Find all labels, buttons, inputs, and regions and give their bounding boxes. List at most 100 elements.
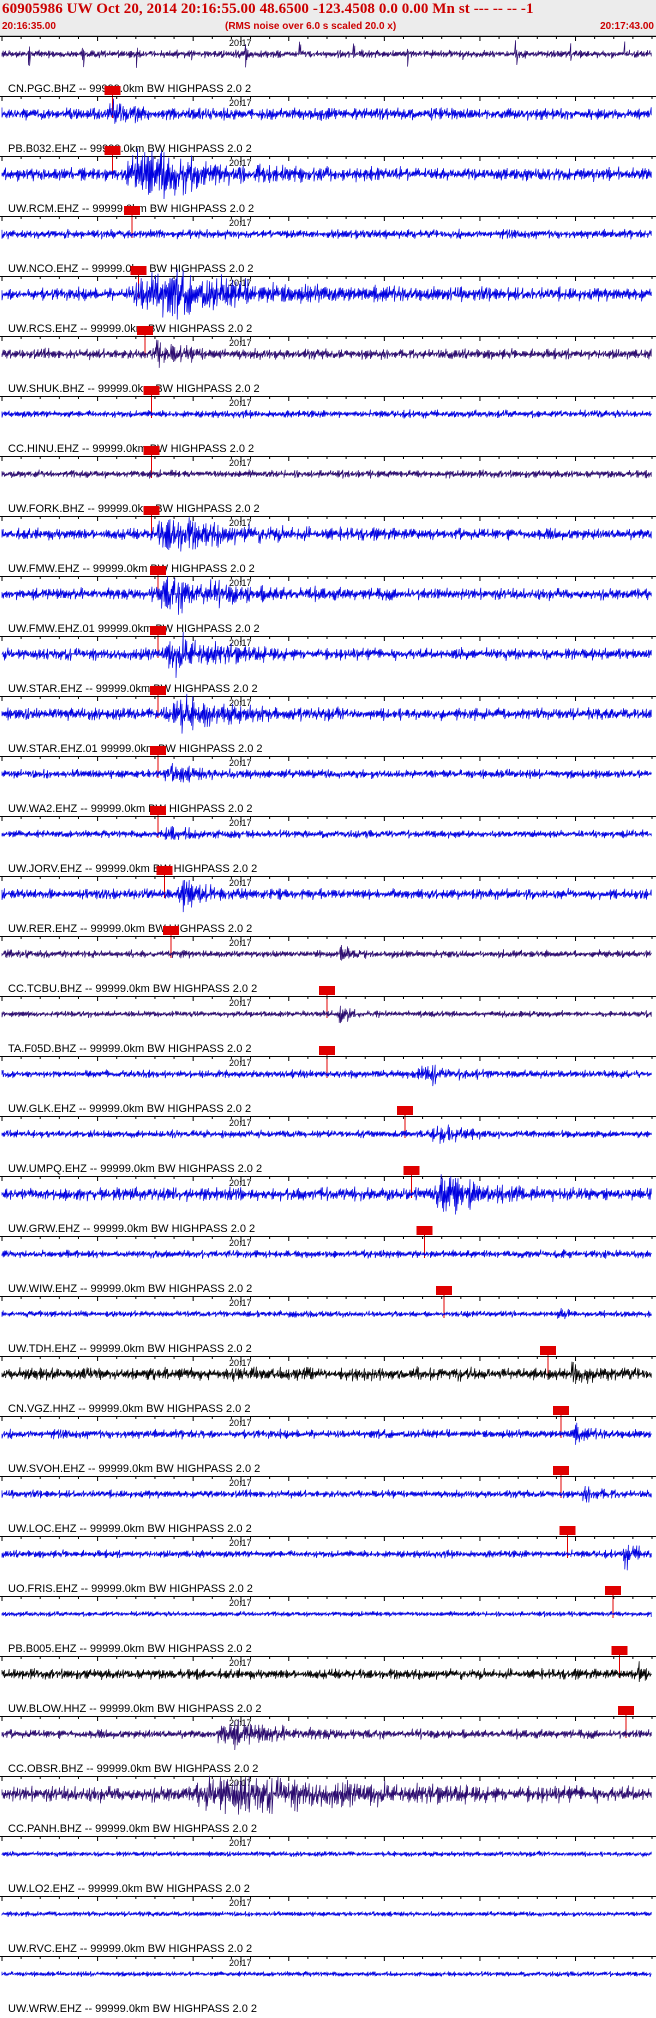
pick-box — [150, 806, 166, 815]
minute-label: 20:17 — [229, 1358, 252, 1368]
waveform — [1, 1307, 652, 1320]
minute-label: 20:17 — [229, 458, 252, 468]
minute-label: 20:17 — [229, 1958, 252, 1968]
station-label: UW.STAR.EHZ.01 99999.0km BW HIGHPASS 2.0… — [8, 743, 263, 755]
station-label: CC.PANH.BHZ -- 99999.0km BW HIGHPASS 2.0… — [8, 1823, 257, 1835]
pick-box — [163, 926, 179, 935]
station-label: UW.FMW.EHZ.01 99999.0km BW HIGHPASS 2.0 … — [8, 623, 260, 635]
station-label: UW.RER.EHZ -- 99999.0km BW HIGHPASS 2.0 … — [8, 923, 252, 935]
event-title: 60905986 UW Oct 20, 2014 20:16:55.00 48.… — [2, 1, 534, 17]
waveform — [1, 469, 652, 479]
station-label: UW.SHUK.BHZ -- 99999.0km BW HIGHPASS 2.0… — [8, 383, 260, 395]
pick-box — [143, 506, 160, 515]
station-label: CN.PGC.BHZ -- 99999.0km BW HIGHPASS 2.0 … — [8, 83, 251, 95]
trace-row: 20:17 UW.BLOW.HHZ -- 99999.0km BW HIGHPAS… — [0, 1656, 656, 1738]
minute-label: 20:17 — [229, 1418, 252, 1428]
pick-box — [559, 1526, 576, 1535]
trace-row: 20:17 UW.FMW.EHZ.01 99999.0km BW HIGHPASS… — [0, 576, 656, 658]
pick-box — [104, 146, 121, 155]
trace-row: 20:17 CN.VGZ.HHZ -- 99999.0km BW HIGHPASS… — [0, 1356, 656, 1438]
trace-row: 20:17 UW.LO2.EHZ -- 99999.0km BW HIGHPASS… — [0, 1836, 656, 1895]
waveform — [1, 148, 652, 200]
trace-row: 20:17UW.NCO.EHZ -- 99999.0km BW HIGHPASS… — [0, 216, 656, 298]
minute-label: 20:17 — [229, 1238, 252, 1248]
start-time: 20:16:35.00 — [2, 21, 56, 32]
pick-box — [137, 326, 153, 335]
waveform — [1, 339, 652, 368]
pick-box — [156, 866, 173, 875]
waveform — [1, 762, 652, 783]
waveform — [1, 1850, 652, 1858]
minute-label: 20:17 — [229, 518, 252, 528]
minute-label: 20:17 — [229, 38, 252, 48]
waveform — [1, 40, 652, 68]
trace-row: 20:17 UW.RVC.EHZ -- 99999.0km BW HIGHPASS… — [0, 1896, 656, 1955]
station-label: UW.BLOW.HHZ -- 99999.0km BW HIGHPASS 2.0… — [8, 1703, 261, 1715]
trace-row: 20:17 CC.TCBU.BHZ -- 99999.0km BW HIGHPAS… — [0, 936, 656, 1018]
minute-label: 20:17 — [229, 638, 252, 648]
minute-label: 20:17 — [229, 578, 252, 588]
pick-box — [150, 566, 166, 575]
waveform — [1, 879, 652, 913]
waveform — [1, 1719, 652, 1751]
minute-label: 20:17 — [229, 758, 252, 768]
trace-row: 20:17 UW.WIW.EHZ -- 99999.0km BW HIGHPASS… — [0, 1236, 656, 1318]
trace-row: 20:17 UO.FRIS.EHZ -- 99999.0km BW HIGHPAS… — [0, 1536, 656, 1618]
waveform — [1, 1485, 652, 1503]
minute-label: 20:17 — [229, 1478, 252, 1488]
minute-label: 20:17 — [229, 1658, 252, 1668]
trace-row: 20:17CC.PANH.BHZ -- 99999.0km BW HIGHPAS… — [0, 1775, 656, 1835]
trace-row: 20:17 TA.F05D.BHZ -- 99999.0km BW HIGHPAS… — [0, 996, 656, 1078]
station-label: TA.F05D.BHZ -- 99999.0km BW HIGHPASS 2.0… — [8, 1043, 252, 1055]
station-label: UW.UMPQ.EHZ -- 99999.0km BW HIGHPASS 2.0… — [8, 1163, 262, 1175]
station-label: UW.FORK.BHZ -- 99999.0km BW HIGHPASS 2.0… — [8, 503, 260, 515]
station-label: UW.WA2.EHZ -- 99999.0km BW HIGHPASS 2.0 … — [8, 803, 253, 815]
station-label: CC.OBSR.BHZ -- 99999.0km BW HIGHPASS 2.0… — [8, 1763, 258, 1775]
station-label: CC.TCBU.BHZ -- 99999.0km BW HIGHPASS 2.0… — [8, 983, 257, 995]
pick-box — [319, 986, 335, 995]
trace-row: 20:17 UW.SHUK.BHZ -- 99999.0km BW HIGHPAS… — [0, 336, 656, 418]
minute-label: 20:17 — [229, 1538, 252, 1548]
station-label: UW.STAR.EHZ -- 99999.0km BW HIGHPASS 2.0… — [8, 683, 258, 695]
minute-label: 20:17 — [229, 1298, 252, 1308]
waveform — [1, 1910, 652, 1918]
waveform — [1, 517, 652, 552]
minute-label: 20:17 — [229, 818, 252, 828]
waveform — [1, 1544, 652, 1571]
minute-label: 20:17 — [229, 1838, 252, 1848]
pick-box — [553, 1406, 569, 1415]
station-label: UW.RVC.EHZ -- 99999.0km BW HIGHPASS 2.0 … — [8, 1943, 252, 1955]
waveform — [1, 1422, 652, 1445]
seismogram-traces: 20:17 CN.PGC.BHZ -- 99999.0km BW HIGHPASS… — [0, 36, 656, 2015]
pick-box — [403, 1166, 420, 1175]
pick-box — [416, 1226, 433, 1235]
seismogram-panel: 20:17 CN.PGC.BHZ -- 99999.0km BW HIGHPASS… — [0, 36, 656, 2018]
waveform — [1, 409, 652, 419]
minute-label: 20:17 — [229, 1058, 252, 1068]
trace-row: 20:17UW.RCM.EHZ -- 99999.0km BW HIGHPASS… — [0, 148, 656, 238]
trace-row: 20:17 CN.PGC.BHZ -- 99999.0km BW HIGHPASS… — [0, 36, 656, 118]
station-label: CN.VGZ.HHZ -- 99999.0km BW HIGHPASS 2.0 … — [8, 1403, 250, 1415]
waveform — [1, 1970, 652, 1978]
minute-label: 20:17 — [229, 878, 252, 888]
noise-note: (RMS noise over 6.0 s scaled 20.0 x) — [225, 21, 397, 32]
minute-label: 20:17 — [229, 98, 252, 108]
trace-row: 20:17 UW.RCS.EHZ -- 99999.0km BW HIGHPASS… — [0, 268, 656, 358]
trace-row: 20:17 UW.SVOH.EHZ -- 99999.0km BW HIGHPAS… — [0, 1416, 656, 1498]
waveform — [1, 693, 652, 734]
pick-box — [150, 626, 166, 635]
waveform — [1, 1610, 652, 1618]
pick-box — [540, 1346, 556, 1355]
end-time: 20:17:43.00 — [600, 21, 654, 32]
trace-row: 20:17 UW.FMW.EHZ -- 99999.0km BW HIGHPASS… — [0, 516, 656, 598]
station-label: CC.HINU.EHZ -- 99999.0km BW HIGHPASS 2.0… — [8, 443, 254, 455]
trace-row: 20:17 UW.TDH.EHZ -- 99999.0km BW HIGHPASS… — [0, 1296, 656, 1378]
pick-box — [130, 266, 147, 275]
trace-row: 20:17 UW.UMPQ.EHZ -- 99999.0km BW HIGHPAS… — [0, 1116, 656, 1198]
trace-row: 20:17 PB.B005.EHZ -- 99999.0km BW HIGHPAS… — [0, 1596, 656, 1678]
trace-row: 20:17 UW.LOC.EHZ -- 99999.0km BW HIGHPASS… — [0, 1476, 656, 1558]
pick-box — [104, 86, 121, 95]
minute-label: 20:17 — [229, 1178, 252, 1188]
waveform — [1, 1361, 652, 1385]
pick-box — [150, 746, 166, 755]
